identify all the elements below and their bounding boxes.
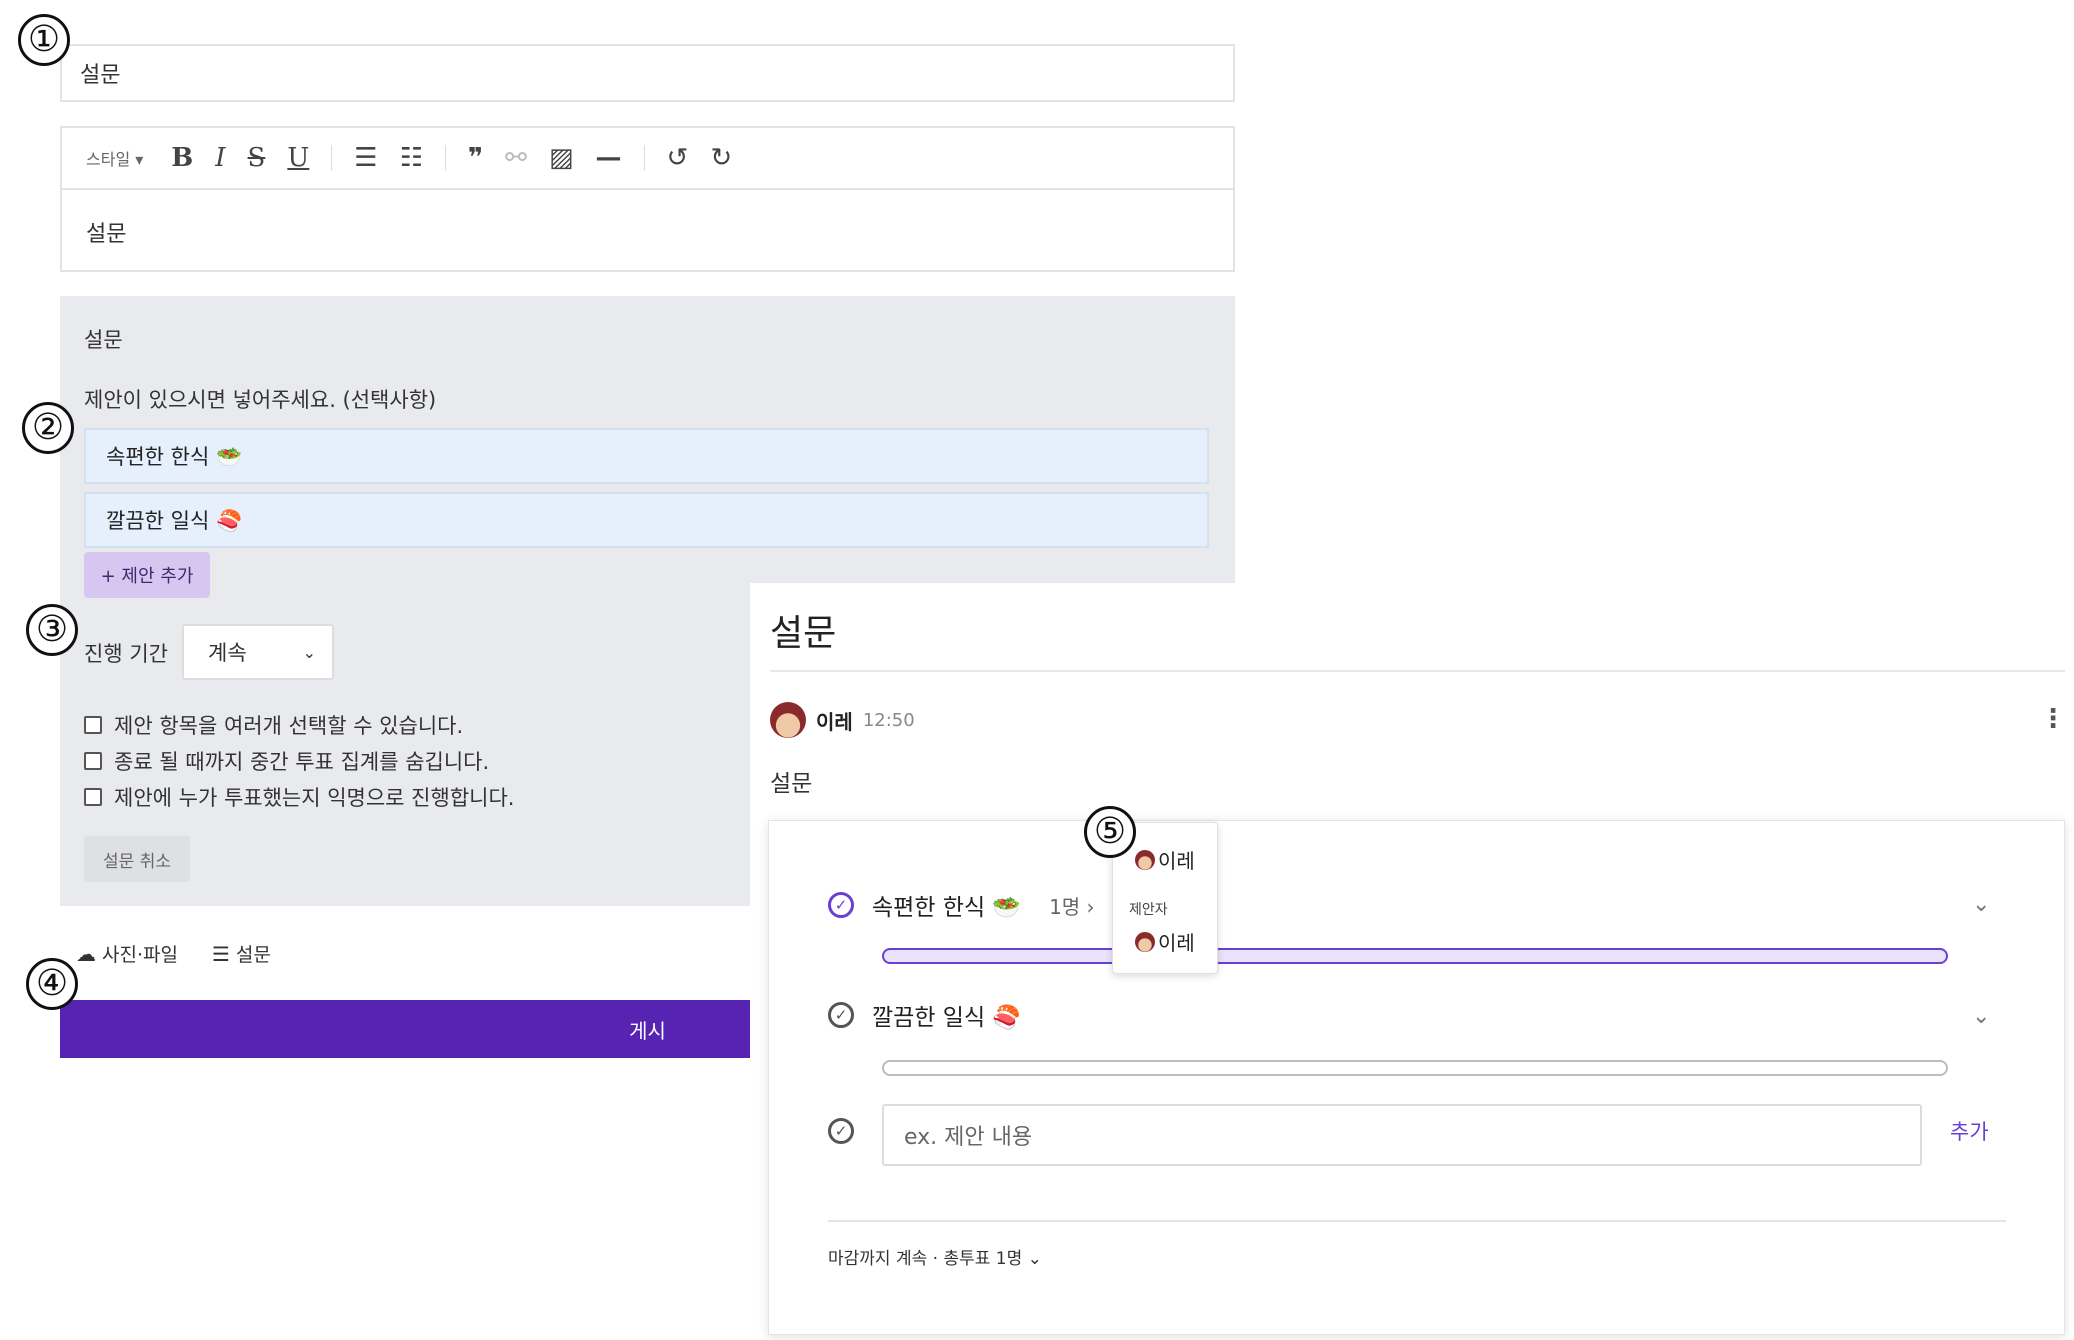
style-dropdown[interactable]: 스타일 ▾	[86, 146, 143, 170]
vote-count[interactable]: 1명 ›	[1049, 891, 1094, 920]
checkbox-label: 종료 될 때까지 중간 투표 집계를 숨깁니다.	[114, 750, 490, 774]
attachment-bar: ☁ 사진·파일 ☰ 설문	[76, 940, 271, 967]
editor-toolbar: 스타일 ▾ B I S U ☰ ☷ ❞ ⚯ ▨ — ↺ ↻	[62, 128, 1233, 190]
redo-icon[interactable]: ↻	[710, 143, 732, 173]
hide-results-option[interactable]: 종료 될 때까지 중간 투표 집계를 숨깁니다.	[84, 746, 489, 776]
rich-text-editor[interactable]: 스타일 ▾ B I S U ☰ ☷ ❞ ⚯ ▨ — ↺ ↻ 설문	[60, 126, 1235, 272]
strikethrough-icon[interactable]: S	[248, 143, 266, 173]
author-name[interactable]: 이레	[816, 706, 853, 735]
proposer-name: 이레	[1158, 931, 1195, 955]
survey-option-input[interactable]: 깔끔한 일식 🍣	[84, 492, 1209, 548]
new-option-row: ✓	[828, 1118, 854, 1144]
callout-marker-4: ④	[26, 958, 78, 1010]
post-body: 설문	[770, 771, 813, 797]
quote-icon[interactable]: ❞	[468, 143, 483, 173]
post-title-value: 설문	[80, 63, 121, 88]
checkbox[interactable]	[84, 716, 102, 734]
image-icon[interactable]: ▨	[549, 143, 574, 173]
add-option-button[interactable]: + 제안 추가	[84, 552, 210, 598]
more-options-icon[interactable]: ⋮	[2040, 704, 2066, 734]
survey-option-input[interactable]: 속편한 한식 🥗	[84, 428, 1209, 484]
post-author: 이레 12:50	[770, 702, 915, 738]
toolbar-divider	[643, 145, 645, 171]
ordered-list-icon[interactable]: ☷	[400, 143, 423, 173]
check-circle-icon[interactable]: ✓	[828, 1002, 854, 1028]
list-icon: ☰	[211, 941, 230, 966]
checkbox[interactable]	[84, 788, 102, 806]
cancel-survey-button[interactable]: 설문 취소	[84, 836, 190, 882]
check-circle-icon[interactable]: ✓	[828, 892, 854, 918]
callout-marker-5: ⑤	[1084, 806, 1136, 858]
avatar	[1135, 931, 1155, 952]
new-option-input[interactable]: ex. 제안 내용	[882, 1104, 1922, 1166]
multi-select-option[interactable]: 제안 항목을 여러개 선택할 수 있습니다.	[84, 710, 463, 740]
callout-marker-2: ②	[22, 402, 74, 454]
period-label: 진행 기간	[84, 642, 168, 666]
bold-icon[interactable]: B	[171, 143, 193, 173]
proposer-label: 제안자	[1129, 902, 1168, 918]
vote-progress-bar	[882, 948, 1948, 964]
preview-title: 설문	[770, 613, 837, 654]
callout-marker-1: ①	[18, 14, 70, 66]
avatar	[1135, 849, 1155, 870]
poll-option-label: 속편한 한식 🥗	[872, 895, 1022, 921]
photo-file-button[interactable]: ☁ 사진·파일	[76, 940, 178, 967]
checkbox[interactable]	[84, 752, 102, 770]
voter-name: 이레	[1158, 849, 1195, 873]
poll-option[interactable]: ✓ 속편한 한식 🥗 1명 ›	[828, 888, 1095, 922]
toolbar-divider	[444, 145, 446, 171]
add-option-link[interactable]: 추가	[1950, 1116, 1989, 1146]
callout-marker-3: ③	[26, 604, 78, 656]
period-select-value: 계속	[208, 641, 247, 665]
check-circle-icon: ✓	[828, 1118, 854, 1144]
new-option-placeholder: ex. 제안 내용	[904, 1125, 1033, 1150]
editor-body[interactable]: 설문	[62, 190, 1233, 274]
horizontal-rule-icon[interactable]: —	[596, 143, 622, 173]
post-title-input[interactable]: 설문	[60, 44, 1235, 102]
vote-progress-bar	[882, 1060, 1948, 1076]
link-icon[interactable]: ⚯	[505, 143, 527, 173]
survey-label: 설문	[235, 944, 271, 966]
voter-entry: 이레	[1135, 845, 1195, 874]
underline-icon[interactable]: U	[287, 143, 309, 173]
bullet-list-icon[interactable]: ☰	[354, 143, 377, 173]
proposer-entry: 이레	[1135, 927, 1195, 956]
chevron-down-icon[interactable]: ⌄	[1972, 892, 1990, 917]
photo-file-label: 사진·파일	[102, 944, 178, 966]
survey-option-text: 속편한 한식 🥗	[106, 445, 243, 469]
poll-footer[interactable]: 마감까지 계속 · 총투표 1명 ⌄	[828, 1244, 1042, 1269]
chevron-down-icon: ⌄	[302, 642, 316, 662]
undo-icon[interactable]: ↺	[667, 143, 689, 173]
survey-option-text: 깔끔한 일식 🍣	[106, 509, 243, 533]
anonymous-option[interactable]: 제안에 누가 투표했는지 익명으로 진행합니다.	[84, 782, 514, 812]
survey-button[interactable]: ☰ 설문	[212, 940, 271, 967]
checkbox-label: 제안 항목을 여러개 선택할 수 있습니다.	[114, 714, 464, 738]
post-time: 12:50	[862, 709, 915, 731]
checkbox-label: 제안에 누가 투표했는지 익명으로 진행합니다.	[114, 786, 515, 810]
period-select[interactable]: 계속 ⌄	[182, 624, 334, 680]
cloud-upload-icon: ☁	[76, 941, 96, 966]
toolbar-divider	[331, 145, 333, 171]
poll-divider	[828, 1220, 2006, 1222]
survey-heading: 설문	[84, 328, 123, 352]
poll-option[interactable]: ✓ 깔끔한 일식 🍣	[828, 998, 1021, 1032]
survey-hint: 제안이 있으시면 넣어주세요. (선택사항)	[84, 388, 437, 412]
poll-option-label: 깔끔한 일식 🍣	[872, 1005, 1022, 1031]
preview-divider	[770, 670, 2065, 672]
chevron-down-icon[interactable]: ⌄	[1972, 1004, 1990, 1029]
italic-icon[interactable]: I	[215, 143, 225, 173]
avatar[interactable]	[770, 702, 806, 738]
